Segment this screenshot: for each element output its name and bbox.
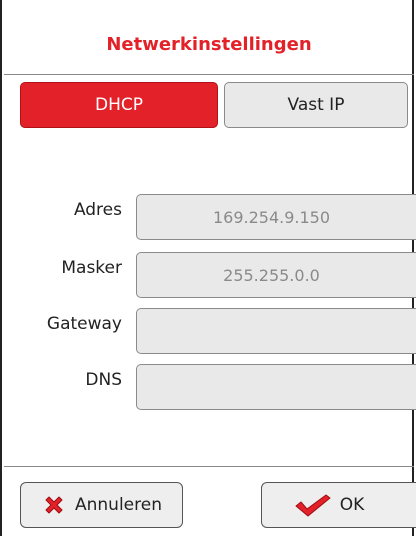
address-value: 169.254.9.150 bbox=[212, 207, 331, 227]
network-settings-dialog: Netwerkinstellingen DHCP Vast IP Adres 1… bbox=[0, 0, 416, 536]
dialog-title: Netwerkinstellingen bbox=[106, 34, 312, 55]
gateway-field[interactable] bbox=[136, 308, 416, 354]
footer-divider bbox=[4, 466, 414, 467]
address-field[interactable]: 169.254.9.150 bbox=[136, 194, 416, 240]
dns-label: DNS bbox=[85, 370, 122, 390]
mask-field[interactable]: 255.255.0.0 bbox=[136, 252, 416, 298]
cancel-button[interactable]: Annuleren bbox=[20, 482, 183, 528]
ok-button[interactable]: OK bbox=[261, 482, 416, 528]
red-x-icon bbox=[41, 492, 67, 518]
mask-value: 255.255.0.0 bbox=[223, 265, 320, 285]
dhcp-toggle-label: DHCP bbox=[95, 95, 143, 115]
mask-label: Masker bbox=[61, 258, 122, 278]
title-divider bbox=[4, 74, 414, 75]
gateway-label: Gateway bbox=[46, 314, 122, 334]
dns-field[interactable] bbox=[136, 364, 416, 410]
static-ip-toggle-button[interactable]: Vast IP bbox=[224, 82, 408, 128]
dhcp-toggle-button[interactable]: DHCP bbox=[20, 82, 218, 128]
static-ip-toggle-label: Vast IP bbox=[287, 95, 345, 115]
red-checkmark-icon bbox=[294, 492, 332, 518]
ok-button-label: OK bbox=[339, 495, 365, 515]
cancel-button-label: Annuleren bbox=[75, 495, 162, 515]
address-label: Adres bbox=[73, 200, 122, 220]
